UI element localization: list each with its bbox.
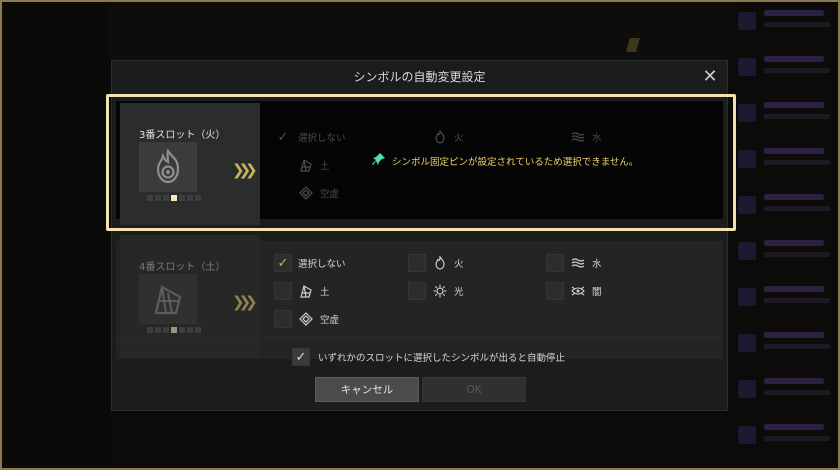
slot-4-indicator	[147, 327, 201, 333]
checkbox-empty	[274, 156, 292, 174]
option-label: 闇	[592, 287, 602, 298]
option-label: 選択しない	[298, 133, 346, 144]
close-button[interactable]: ✕	[701, 68, 719, 86]
chevron-arrows-icon: ❯❯❯	[232, 161, 258, 179]
dialog-title: シンボルの自動変更設定	[353, 70, 486, 84]
check-icon[interactable]: ✓	[274, 254, 292, 272]
background-left	[0, 0, 110, 470]
check-icon[interactable]: ✓	[292, 348, 310, 366]
option-label: 空虚	[320, 315, 340, 326]
footer-divider	[116, 337, 723, 338]
cancel-button[interactable]: キャンセル	[315, 377, 419, 402]
option-label: 土	[320, 161, 330, 172]
background-list	[730, 0, 838, 470]
symbol-auto-change-dialog: シンボルの自動変更設定 ✕ 3番スロット（火） ❯❯❯ ✓ 選択しない 火 水 …	[111, 60, 728, 411]
pin-lock-notice: シンボル固定ピンが設定されているため選択できません。	[372, 152, 638, 169]
pin-icon	[372, 152, 386, 169]
background-header	[110, 0, 730, 60]
option-label: 光	[454, 287, 464, 298]
checkbox-empty[interactable]	[274, 310, 292, 328]
checkbox-empty[interactable]	[408, 254, 426, 272]
notice-text: シンボル固定ピンが設定されているため選択できません。	[392, 156, 639, 168]
checkbox-empty[interactable]	[546, 254, 564, 272]
check-icon: ✓	[277, 129, 289, 145]
option-label: 水	[592, 133, 602, 144]
void-icon	[298, 185, 314, 201]
slot-4-option-earth[interactable]: 土	[274, 281, 330, 301]
ok-button[interactable]: OK	[422, 377, 526, 402]
checkbox-empty	[408, 128, 426, 146]
dark-icon	[570, 283, 586, 299]
option-label: 火	[454, 133, 464, 144]
slot-3-row: 3番スロット（火） ❯❯❯ ✓ 選択しない 火 水 土 空虚 シンボル固定ピンが…	[116, 101, 723, 225]
slot-3-option-earth: 土	[274, 155, 330, 175]
fire-icon	[432, 129, 448, 145]
auto-stop-label: いずれかのスロットに選択したシンボルが出ると自動停止	[318, 353, 566, 364]
earth-icon	[298, 157, 314, 173]
slot-3-option-water: 水	[546, 127, 602, 147]
checkbox-empty[interactable]	[274, 282, 292, 300]
option-label: 火	[454, 259, 464, 270]
water-icon	[570, 255, 586, 271]
slot-3-name: 3番スロット（火）	[139, 130, 226, 141]
auto-stop-option[interactable]: ✓ いずれかのスロットに選択したシンボルが出ると自動停止	[292, 348, 565, 366]
slot-4-option-water[interactable]: 水	[546, 253, 602, 273]
slot-4-row: 4番スロット（土） ❯❯❯ ✓ 選択しない 火 水 土 光 闇 空虚	[116, 235, 723, 359]
slot-4-option-none[interactable]: ✓ 選択しない	[274, 253, 346, 273]
checkbox-empty[interactable]	[546, 282, 564, 300]
slot-4-name: 4番スロット（土）	[139, 262, 226, 273]
slot-3-indicator	[147, 195, 201, 201]
slot-4-option-dark[interactable]: 闇	[546, 281, 602, 301]
void-icon	[298, 311, 314, 327]
earth-icon	[298, 283, 314, 299]
slot-3-option-fire: 火	[408, 127, 464, 147]
slot-3-card: 3番スロット（火） ❯❯❯	[120, 103, 260, 225]
slot-4-card: 4番スロット（土） ❯❯❯	[120, 235, 260, 357]
light-icon	[432, 283, 448, 299]
chevron-arrows-icon: ❯❯❯	[232, 293, 258, 311]
flame-icon	[139, 142, 197, 192]
slot-4-option-fire[interactable]: 火	[408, 253, 464, 273]
slot-3-option-none: ✓ 選択しない	[274, 127, 346, 147]
checkbox-empty[interactable]	[408, 282, 426, 300]
checkbox-empty	[546, 128, 564, 146]
option-label: 空虚	[320, 189, 340, 200]
checkbox-empty	[274, 184, 292, 202]
fire-icon	[432, 255, 448, 271]
slot-4-option-void[interactable]: 空虚	[274, 309, 339, 329]
slot-3-option-void: 空虚	[274, 183, 339, 203]
earth-rune-icon	[139, 274, 197, 324]
water-icon	[570, 129, 586, 145]
slot-4-option-light[interactable]: 光	[408, 281, 464, 301]
option-label: 選択しない	[298, 259, 346, 270]
option-label: 土	[320, 287, 330, 298]
option-label: 水	[592, 259, 602, 270]
